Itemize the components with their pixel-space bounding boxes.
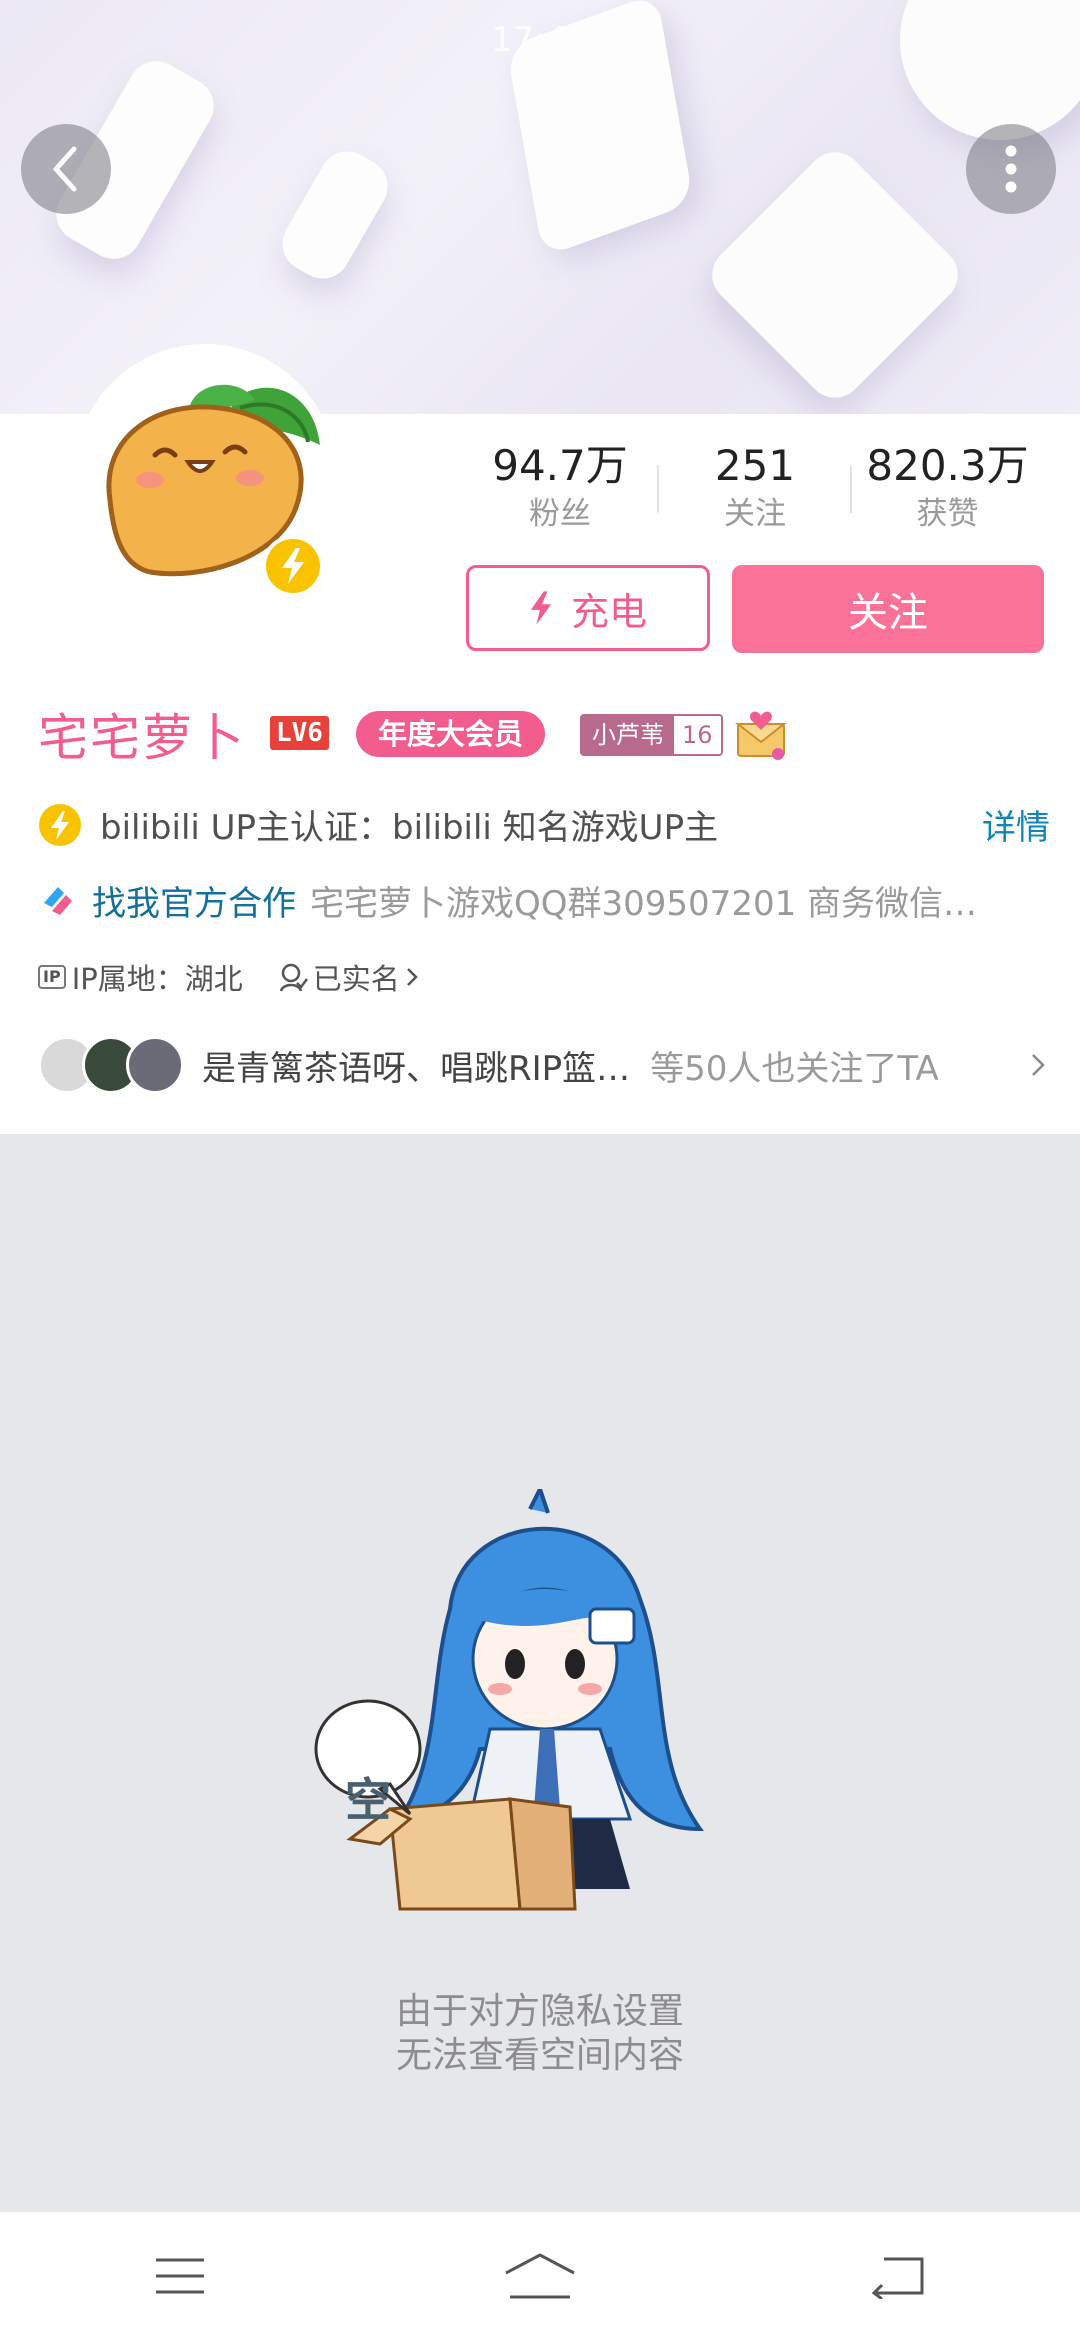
back-button[interactable] xyxy=(21,124,111,214)
cooperation-row[interactable]: 找我官方合作 宅宅萝卜游戏QQ群309507201 商务微信… xyxy=(38,876,977,925)
back-arrow-icon xyxy=(871,2257,924,2299)
certification-detail-link[interactable]: 详情 xyxy=(982,800,1050,849)
empty-state-illustration xyxy=(314,1489,704,1911)
cooperation-description: 宅宅萝卜游戏QQ群309507201 商务微信… xyxy=(310,884,978,924)
banner-decoration xyxy=(272,141,398,289)
stat-likes[interactable]: 820.3万 获赞 xyxy=(855,440,1040,536)
level-badge[interactable]: LV6 xyxy=(270,716,329,750)
menu-icon xyxy=(156,2258,204,2294)
following-count: 251 xyxy=(714,441,796,490)
status-time: 17:40 xyxy=(491,20,589,60)
person-verified-icon xyxy=(279,963,308,992)
chevron-left-icon xyxy=(53,146,77,192)
back-nav-button[interactable] xyxy=(840,2231,960,2321)
up-certified-icon xyxy=(39,803,81,846)
fan-medal-badge[interactable]: 小芦苇 16 xyxy=(580,714,723,756)
chevron-right-icon xyxy=(1032,1054,1045,1076)
charge-badge xyxy=(262,535,324,597)
home-icon xyxy=(505,2253,575,2299)
likes-label: 获赞 xyxy=(916,496,979,532)
stat-following[interactable]: 251 关注 xyxy=(680,440,830,536)
charge-label: 充电 xyxy=(570,589,647,634)
verified-label: 已实名 xyxy=(312,962,400,996)
cooperation-title: 找我官方合作 xyxy=(92,884,296,924)
ip-location: IP属地：湖北 xyxy=(71,962,243,996)
certification-row: bilibili UP主认证：bilibili 知名游戏UP主 xyxy=(38,800,718,849)
charge-button[interactable]: 充电 xyxy=(466,565,710,651)
home-nav-button[interactable] xyxy=(480,2231,600,2321)
vip-badge[interactable]: 年度大会员 xyxy=(356,711,546,757)
envelope-gift-icon[interactable] xyxy=(734,706,790,766)
menu-nav-button[interactable] xyxy=(120,2231,240,2321)
fans-count: 94.7万 xyxy=(492,441,628,490)
stat-divider xyxy=(850,465,852,513)
empty-message-line2: 无法查看空间内容 xyxy=(395,2035,684,2076)
meta-row: IP IP属地：湖北 已实名 xyxy=(38,956,420,998)
lightning-icon xyxy=(530,591,552,625)
likes-count: 820.3万 xyxy=(866,441,1029,490)
cooperation-logo-icon xyxy=(44,886,72,915)
following-label: 关注 xyxy=(724,496,786,532)
username: 宅宅萝卜 xyxy=(38,709,246,767)
follower-avatar xyxy=(126,1036,184,1094)
lightning-icon xyxy=(282,548,304,584)
fan-medal-name: 小芦苇 xyxy=(582,716,674,754)
banner-decoration xyxy=(700,140,970,410)
fan-medal-level: 16 xyxy=(674,716,721,754)
real-name-verified[interactable]: 已实名 xyxy=(277,956,420,998)
more-vertical-icon xyxy=(1005,145,1017,193)
ip-icon: IP xyxy=(38,965,66,989)
mutual-followers-names: 是青篱茶语呀、唱跳RIP篮… xyxy=(202,1048,631,1089)
stat-fans[interactable]: 94.7万 粉丝 xyxy=(470,440,650,536)
mutual-followers-suffix: 等50人也关注了TA xyxy=(650,1048,939,1089)
more-button[interactable] xyxy=(966,124,1056,214)
chevron-right-icon xyxy=(406,968,418,986)
fans-label: 粉丝 xyxy=(529,496,591,532)
space-content-area: 空 由于对方隐私设置 无法查看空间内容 xyxy=(0,1134,1080,2212)
empty-bubble-text: 空 xyxy=(345,1773,391,1827)
certification-text: bilibili UP主认证：bilibili 知名游戏UP主 xyxy=(100,808,719,848)
follow-label: 关注 xyxy=(848,590,928,636)
stat-divider xyxy=(657,465,659,513)
mutual-followers-row[interactable]: 是青篱茶语呀、唱跳RIP篮… 等50人也关注了TA xyxy=(38,1036,1048,1094)
follow-button[interactable]: 关注 xyxy=(732,565,1044,653)
system-navigation-bar xyxy=(0,2212,1080,2340)
